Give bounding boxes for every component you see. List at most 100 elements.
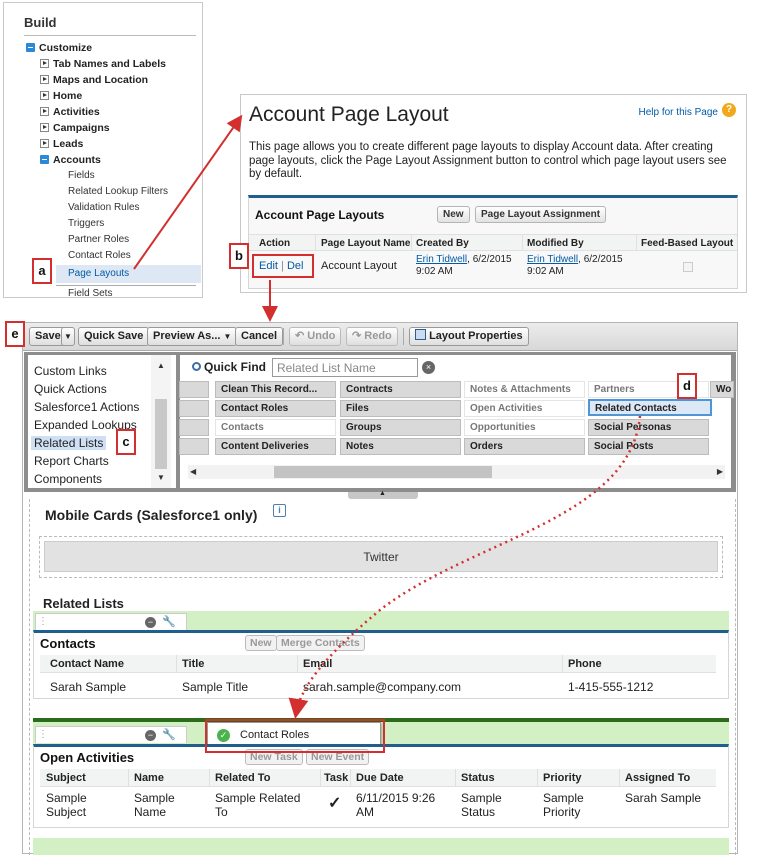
contacts-tab[interactable]: ⋮ − 🔧 <box>35 613 187 630</box>
field-item[interactable]: Orders <box>464 438 585 455</box>
quick-save-button[interactable]: Quick Save <box>78 327 150 346</box>
callout-e: e <box>5 321 25 347</box>
cat-report-charts[interactable]: Report Charts <box>34 454 109 468</box>
quick-find-input[interactable]: Related List Name <box>272 358 418 377</box>
open-activities-title: Open Activities <box>40 750 135 765</box>
field-item[interactable]: Social Posts <box>588 438 709 455</box>
tree-leads[interactable]: Leads <box>40 138 83 150</box>
expand-icon <box>40 75 49 84</box>
tree-contact-roles[interactable]: Contact Roles <box>68 250 131 261</box>
categories-scrollbar[interactable]: ▲ ▼ <box>151 355 171 488</box>
field-item[interactable]: Social Personas <box>588 419 709 436</box>
expand-icon <box>40 91 49 100</box>
wrench-icon[interactable]: 🔧 <box>162 615 176 628</box>
clear-icon[interactable]: × <box>422 361 435 374</box>
tree-campaigns[interactable]: Campaigns <box>40 122 110 134</box>
undo-button[interactable]: ↶ Undo <box>289 327 342 346</box>
twitter-card[interactable]: Twitter <box>44 541 718 572</box>
help-icon[interactable]: ? <box>722 103 736 117</box>
merge-contacts-button: Merge Contacts <box>276 635 365 651</box>
tree-page-layouts[interactable]: Page Layouts <box>68 268 129 279</box>
contacts-new-button: New <box>245 635 277 651</box>
field-item[interactable]: Content Deliveries <box>215 438 336 455</box>
related-lists-title: Related Lists <box>43 596 124 611</box>
created-by-link[interactable]: Erin Tidwell <box>416 254 467 265</box>
open-activities-related-list[interactable]: Open Activities New Task New Event Subje… <box>33 744 729 828</box>
tree-triggers[interactable]: Triggers <box>68 218 104 229</box>
remove-icon[interactable]: − <box>145 730 156 741</box>
field-item[interactable]: Contacts <box>215 419 336 436</box>
tree-activities[interactable]: Activities <box>40 106 100 118</box>
cat-related-lists[interactable]: Related Lists <box>31 436 107 450</box>
scroll-right-icon[interactable]: ▶ <box>717 467 723 476</box>
remove-icon[interactable]: − <box>145 617 156 628</box>
page-description: This page allows you to create different… <box>249 141 727 180</box>
field-item[interactable]: Opportunities <box>464 419 585 436</box>
col-action: Action <box>259 238 291 249</box>
save-dropdown-icon[interactable]: ▼ <box>61 327 75 346</box>
mobile-cards-section: Twitter <box>39 536 723 578</box>
field-item[interactable]: Open Activities <box>464 400 585 417</box>
col-modified-by: Modified By <box>527 238 584 249</box>
tree-accounts[interactable]: Accounts <box>40 154 101 166</box>
field-item[interactable]: Notes <box>340 438 461 455</box>
info-icon[interactable]: i <box>273 504 286 517</box>
page-layout-editor: Save ▼ Quick Save Preview As... ▼ Cancel… <box>22 322 738 855</box>
undo-icon: ↶ <box>295 330 305 342</box>
properties-icon <box>415 329 426 340</box>
editor-toolbar: Save ▼ Quick Save Preview As... ▼ Cancel… <box>23 323 737 351</box>
cat-custom-links[interactable]: Custom Links <box>34 364 107 378</box>
collapse-icon <box>40 155 49 164</box>
cat-quick-actions[interactable]: Quick Actions <box>34 382 107 396</box>
page-title: Account Page Layout <box>249 103 449 126</box>
field-item[interactable]: Notes & Attachments <box>464 381 585 398</box>
layout-properties-button[interactable]: Layout Properties <box>409 327 529 346</box>
tree-validation-rules[interactable]: Validation Rules <box>68 202 140 213</box>
cat-components[interactable]: Components <box>34 472 102 486</box>
expand-icon <box>40 107 49 116</box>
modified-by-link[interactable]: Erin Tidwell <box>527 254 578 265</box>
palette-fields: Quick Find Related List Name × Clean Thi… <box>179 355 734 488</box>
scroll-left-icon[interactable]: ◀ <box>190 467 196 476</box>
palette-resize-handle[interactable]: ▲ <box>348 490 418 499</box>
scroll-up-icon[interactable]: ▲ <box>157 361 165 370</box>
contacts-related-list[interactable]: Contacts New Merge Contacts Contact Name… <box>33 630 729 699</box>
tree-related-lookup-filters[interactable]: Related Lookup Filters <box>68 186 168 197</box>
build-title: Build <box>24 15 57 30</box>
edit-highlight <box>252 254 314 278</box>
tree-customize[interactable]: Customize <box>26 42 92 54</box>
field-item[interactable]: Wo <box>710 381 734 398</box>
open-activities-tab[interactable]: ⋮ − 🔧 <box>35 726 187 743</box>
callout-a: a <box>32 258 52 284</box>
tree-tab-names[interactable]: Tab Names and Labels <box>40 58 166 70</box>
build-sidebar: Build Customize Tab Names and Labels Map… <box>3 2 203 299</box>
contact-roles-highlight <box>205 719 385 753</box>
field-item[interactable]: Contracts <box>340 381 461 398</box>
expand-icon <box>40 59 49 68</box>
redo-button[interactable]: ↷ Redo <box>346 327 398 346</box>
tree-home[interactable]: Home <box>40 90 82 102</box>
col-created-by: Created By <box>416 238 469 249</box>
page-layout-assignment-button[interactable]: Page Layout Assignment <box>475 206 607 223</box>
cancel-button[interactable]: Cancel <box>235 327 284 346</box>
field-item[interactable]: Clean This Record... <box>215 381 336 398</box>
tree-partner-roles[interactable]: Partner Roles <box>68 234 129 245</box>
tree-fields[interactable]: Fields <box>68 170 95 181</box>
field-item[interactable]: Contact Roles <box>215 400 336 417</box>
redo-icon: ↷ <box>352 330 362 342</box>
field-item[interactable]: Groups <box>340 419 461 436</box>
help-link[interactable]: Help for this Page <box>639 107 719 118</box>
fields-scrollbar[interactable]: ◀ ▶ <box>188 465 725 479</box>
field-item-related-contacts[interactable]: Related Contacts <box>588 399 712 416</box>
cat-salesforce1-actions[interactable]: Salesforce1 Actions <box>34 400 139 414</box>
feed-based-checkbox[interactable] <box>683 262 693 272</box>
new-layout-button[interactable]: New <box>437 206 470 223</box>
wrench-icon[interactable]: 🔧 <box>162 728 176 741</box>
tree-field-sets[interactable]: Field Sets <box>68 288 112 299</box>
tree-maps[interactable]: Maps and Location <box>40 74 148 86</box>
scroll-down-icon[interactable]: ▼ <box>157 473 165 482</box>
expand-icon <box>40 139 49 148</box>
callout-c: c <box>116 429 136 455</box>
field-item[interactable]: Files <box>340 400 461 417</box>
preview-as-button[interactable]: Preview As... ▼ <box>147 327 238 346</box>
